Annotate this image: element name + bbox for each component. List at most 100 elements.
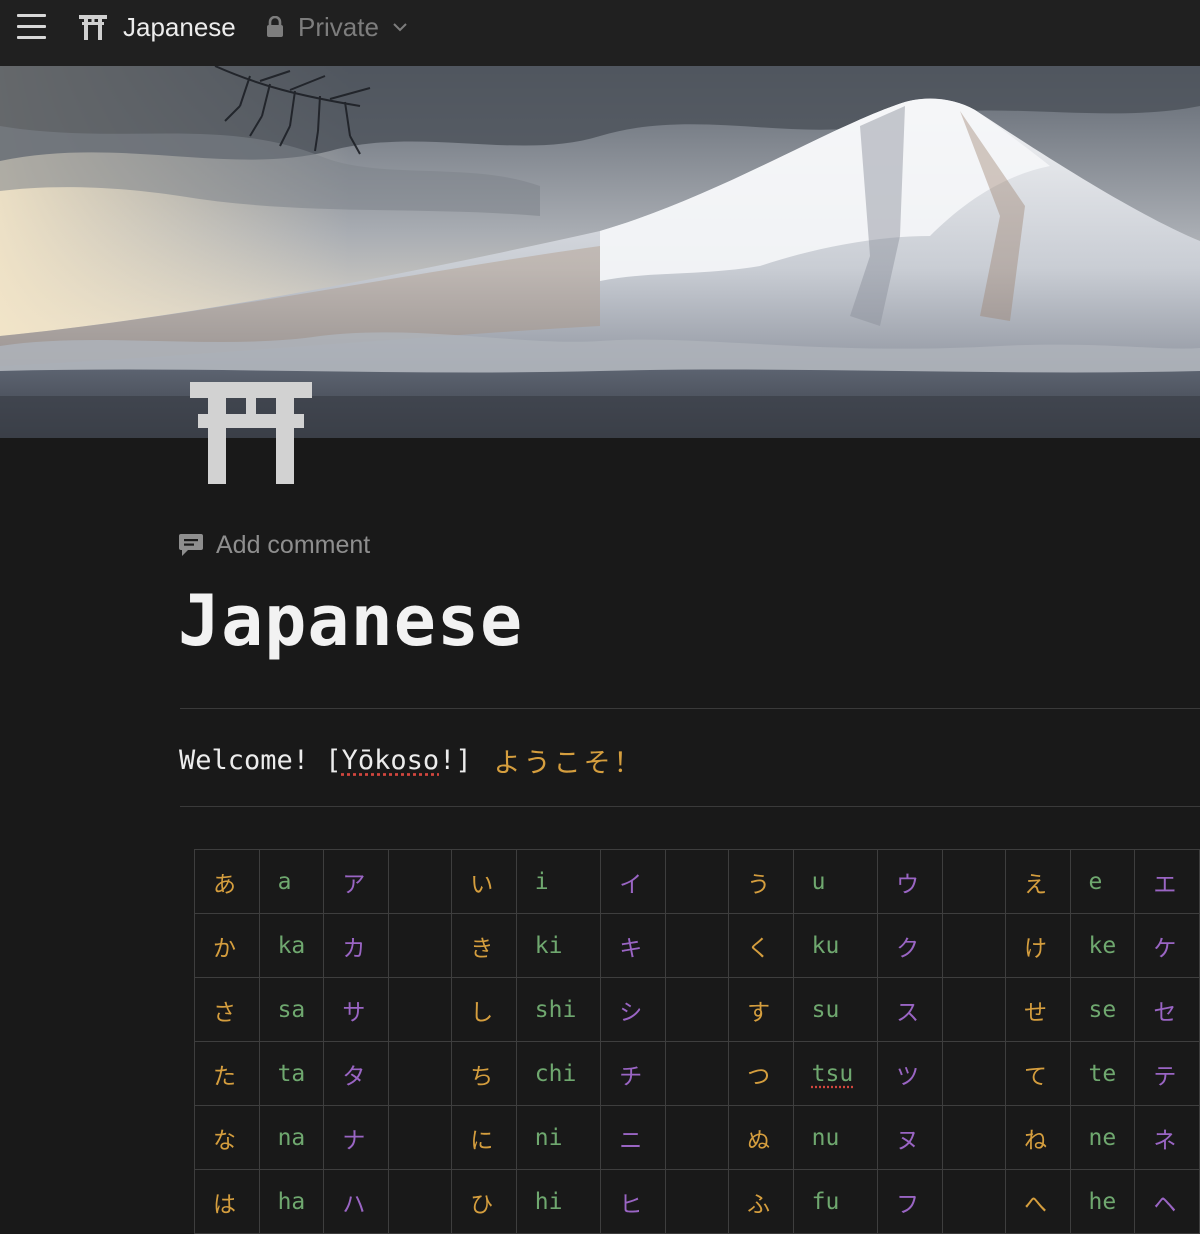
hiragana-cell[interactable]: け — [1005, 914, 1070, 978]
empty-cell[interactable] — [665, 1106, 728, 1170]
hiragana-cell[interactable]: つ — [729, 1042, 794, 1106]
hiragana-cell[interactable]: い — [452, 850, 517, 914]
empty-cell[interactable] — [942, 850, 1005, 914]
hiragana-cell[interactable]: な — [195, 1106, 260, 1170]
hiragana-cell[interactable]: た — [195, 1042, 260, 1106]
hiragana-cell[interactable]: う — [729, 850, 794, 914]
torii-gate-icon[interactable] — [190, 382, 312, 484]
hiragana-cell[interactable]: ち — [452, 1042, 517, 1106]
cover-image[interactable] — [0, 66, 1200, 438]
hiragana-cell[interactable]: へ — [1005, 1170, 1070, 1234]
katakana-cell[interactable]: キ — [601, 914, 666, 978]
empty-cell[interactable] — [665, 978, 728, 1042]
katakana-cell[interactable]: カ — [324, 914, 389, 978]
hiragana-cell[interactable]: す — [729, 978, 794, 1042]
katakana-cell[interactable]: セ — [1135, 978, 1200, 1042]
romaji-cell[interactable]: a — [259, 850, 324, 914]
hiragana-cell[interactable]: く — [729, 914, 794, 978]
hiragana-cell[interactable]: ね — [1005, 1106, 1070, 1170]
empty-cell[interactable] — [389, 850, 452, 914]
katakana-cell[interactable]: ヒ — [601, 1170, 666, 1234]
welcome-suffix: !] — [439, 745, 472, 776]
romaji-cell[interactable]: e — [1070, 850, 1135, 914]
hamburger-menu-icon[interactable] — [16, 14, 48, 40]
romaji-cell[interactable]: sa — [259, 978, 324, 1042]
romaji-cell[interactable]: se — [1070, 978, 1135, 1042]
hiragana-cell[interactable]: て — [1005, 1042, 1070, 1106]
hiragana-cell[interactable]: せ — [1005, 978, 1070, 1042]
romaji-cell[interactable]: ni — [516, 1106, 600, 1170]
hiragana-cell[interactable]: ぬ — [729, 1106, 794, 1170]
welcome-line[interactable]: Welcome! [Yōkoso!] ようこそ！ — [179, 740, 644, 780]
romaji-cell[interactable]: he — [1070, 1170, 1135, 1234]
katakana-cell[interactable]: サ — [324, 978, 389, 1042]
empty-cell[interactable] — [942, 914, 1005, 978]
romaji-cell[interactable]: chi — [516, 1042, 600, 1106]
romaji-cell[interactable]: su — [793, 978, 877, 1042]
hiragana-cell[interactable]: え — [1005, 850, 1070, 914]
breadcrumb-page[interactable]: Japanese — [78, 11, 236, 43]
empty-cell[interactable] — [942, 1106, 1005, 1170]
empty-cell[interactable] — [665, 1170, 728, 1234]
romaji-cell[interactable]: na — [259, 1106, 324, 1170]
katakana-cell[interactable]: シ — [601, 978, 666, 1042]
romaji-cell[interactable]: fu — [793, 1170, 877, 1234]
romaji-cell[interactable]: ka — [259, 914, 324, 978]
page-title[interactable]: Japanese — [178, 580, 523, 662]
katakana-cell[interactable]: テ — [1135, 1042, 1200, 1106]
empty-cell[interactable] — [389, 1170, 452, 1234]
empty-cell[interactable] — [665, 1042, 728, 1106]
katakana-cell[interactable]: ウ — [878, 850, 943, 914]
katakana-cell[interactable]: チ — [601, 1042, 666, 1106]
empty-cell[interactable] — [389, 1042, 452, 1106]
table-row: か ka カ き ki キ く ku ク け ke ケ — [195, 914, 1200, 978]
empty-cell[interactable] — [942, 1170, 1005, 1234]
katakana-cell[interactable]: ス — [878, 978, 943, 1042]
katakana-cell[interactable]: ナ — [324, 1106, 389, 1170]
romaji-cell[interactable]: ke — [1070, 914, 1135, 978]
hiragana-cell[interactable]: は — [195, 1170, 260, 1234]
romaji-cell[interactable]: ne — [1070, 1106, 1135, 1170]
romaji-cell[interactable]: u — [793, 850, 877, 914]
hiragana-cell[interactable]: か — [195, 914, 260, 978]
katakana-cell[interactable]: ア — [324, 850, 389, 914]
empty-cell[interactable] — [942, 978, 1005, 1042]
empty-cell[interactable] — [389, 1106, 452, 1170]
hiragana-cell[interactable]: に — [452, 1106, 517, 1170]
hiragana-cell[interactable]: ひ — [452, 1170, 517, 1234]
romaji-cell[interactable]: shi — [516, 978, 600, 1042]
katakana-cell[interactable]: フ — [878, 1170, 943, 1234]
romaji-cell[interactable]: ha — [259, 1170, 324, 1234]
katakana-cell[interactable]: ツ — [878, 1042, 943, 1106]
add-comment-button[interactable]: Add comment — [178, 529, 370, 561]
empty-cell[interactable] — [389, 978, 452, 1042]
romaji-cell[interactable]: hi — [516, 1170, 600, 1234]
romaji-cell[interactable]: tsu — [793, 1042, 877, 1106]
katakana-cell[interactable]: ク — [878, 914, 943, 978]
romaji-cell[interactable]: ki — [516, 914, 600, 978]
katakana-cell[interactable]: ヘ — [1135, 1170, 1200, 1234]
hiragana-cell[interactable]: ふ — [729, 1170, 794, 1234]
romaji-cell[interactable]: nu — [793, 1106, 877, 1170]
katakana-cell[interactable]: イ — [601, 850, 666, 914]
katakana-cell[interactable]: ニ — [601, 1106, 666, 1170]
hiragana-cell[interactable]: さ — [195, 978, 260, 1042]
katakana-cell[interactable]: ハ — [324, 1170, 389, 1234]
hiragana-cell[interactable]: き — [452, 914, 517, 978]
romaji-cell[interactable]: te — [1070, 1042, 1135, 1106]
katakana-cell[interactable]: ネ — [1135, 1106, 1200, 1170]
hiragana-cell[interactable]: あ — [195, 850, 260, 914]
romaji-cell[interactable]: ta — [259, 1042, 324, 1106]
hiragana-cell[interactable]: し — [452, 978, 517, 1042]
romaji-cell[interactable]: ku — [793, 914, 877, 978]
katakana-cell[interactable]: エ — [1135, 850, 1200, 914]
katakana-cell[interactable]: ヌ — [878, 1106, 943, 1170]
empty-cell[interactable] — [942, 1042, 1005, 1106]
empty-cell[interactable] — [665, 914, 728, 978]
privacy-dropdown[interactable]: Private — [266, 11, 407, 43]
katakana-cell[interactable]: タ — [324, 1042, 389, 1106]
empty-cell[interactable] — [389, 914, 452, 978]
romaji-cell[interactable]: i — [516, 850, 600, 914]
katakana-cell[interactable]: ケ — [1135, 914, 1200, 978]
empty-cell[interactable] — [665, 850, 728, 914]
